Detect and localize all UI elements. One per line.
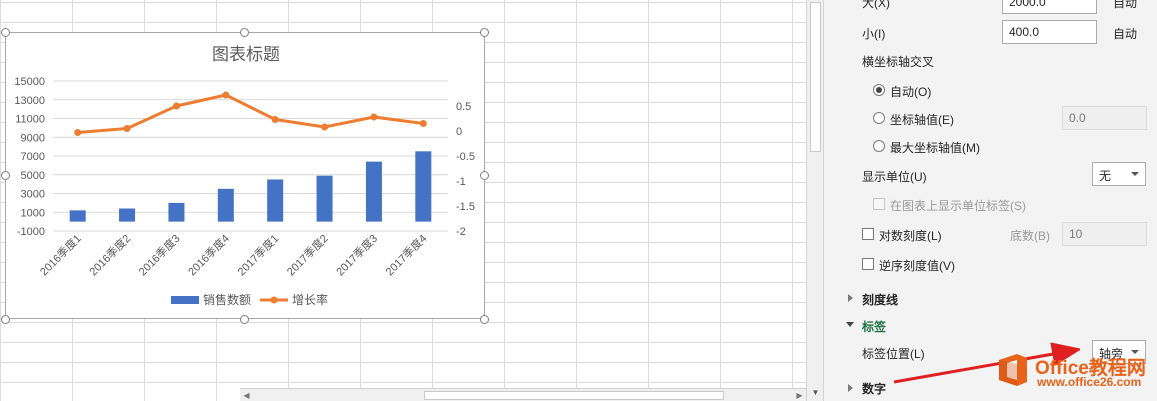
horizontal-scroll-thumb[interactable] — [424, 391, 724, 400]
bar — [415, 151, 432, 222]
category-label: 2016季度2 — [86, 231, 133, 278]
radio-axis-value-label[interactable]: 坐标轴值(E) — [890, 111, 954, 128]
left-tick-label: 3000 — [21, 189, 45, 201]
axis-value-input[interactable]: 0.0 — [1062, 106, 1147, 130]
legend-line-marker — [270, 296, 278, 304]
left-tick-label: 15000 — [14, 76, 45, 88]
vertical-scroll-thumb[interactable] — [810, 2, 821, 152]
log-scale-checkbox[interactable] — [862, 228, 874, 240]
resize-handle-top-right[interactable] — [480, 28, 489, 37]
resize-handle-bottom-left[interactable] — [1, 315, 10, 324]
scroll-left-icon[interactable]: ◀ — [240, 389, 253, 401]
bar — [217, 188, 234, 222]
display-units-label: 显示单位(U) — [862, 170, 927, 184]
right-tick-label: 0 — [456, 126, 462, 138]
max-bound-input[interactable]: 2000.0 — [1002, 0, 1097, 14]
collapse-down-icon[interactable] — [846, 322, 854, 327]
category-label: 2017季度2 — [284, 231, 331, 278]
expand-right-icon[interactable] — [848, 294, 853, 302]
scroll-right-icon[interactable]: ▶ — [793, 389, 806, 401]
line-point — [74, 129, 82, 136]
right-tick-label: 0.5 — [456, 101, 471, 113]
right-tick-label: -1.5 — [456, 201, 475, 213]
bar — [267, 179, 284, 222]
right-tick-label: -2 — [456, 226, 466, 238]
radio-auto-label[interactable]: 自动(O) — [890, 83, 931, 100]
resize-handle-bottom-right[interactable] — [480, 315, 489, 324]
bar — [69, 210, 86, 222]
left-tick-label: 13000 — [14, 95, 45, 107]
line-point — [321, 123, 329, 131]
display-units-select[interactable]: 无 — [1092, 162, 1146, 186]
radio-max-value-label[interactable]: 最大坐标轴值(M) — [890, 139, 980, 156]
category-label: 2017季度4 — [382, 231, 429, 278]
bar — [316, 175, 333, 222]
line-point — [419, 120, 427, 127]
left-tick-label: 5000 — [21, 170, 45, 182]
section-labels[interactable]: 标签 — [862, 318, 886, 335]
right-tick-label: -0.5 — [456, 151, 475, 163]
category-label: 2017季度1 — [234, 231, 281, 278]
category-label: 2017季度3 — [333, 231, 380, 278]
right-tick-label: -1 — [456, 176, 466, 188]
min-bound-label: 小(I) — [862, 27, 886, 41]
legend-bar-swatch — [171, 296, 199, 304]
resize-handle-left[interactable] — [1, 171, 10, 180]
office26-watermark: Office教程网 www.office26.com — [995, 351, 1157, 393]
resize-handle-right[interactable] — [480, 171, 489, 180]
line-point — [271, 116, 279, 123]
min-bound-input[interactable]: 400.0 — [1002, 20, 1097, 44]
show-units-checkbox[interactable] — [873, 198, 885, 210]
line-point — [123, 125, 131, 132]
base-input[interactable]: 10 — [1062, 222, 1147, 246]
category-label: 2016季度3 — [135, 231, 182, 278]
resize-handle-top-left[interactable] — [1, 28, 10, 37]
max-bound-label: 大(X) — [862, 0, 890, 10]
display-units-value: 无 — [1099, 169, 1112, 183]
line-point — [370, 113, 378, 121]
chevron-down-icon — [1131, 172, 1139, 176]
line-point — [222, 91, 230, 99]
office-logo-icon — [999, 354, 1027, 386]
category-label: 2016季度1 — [37, 231, 84, 278]
left-tick-label: 1000 — [21, 207, 45, 219]
vertical-scrollbar[interactable]: ▼ — [806, 0, 823, 401]
min-auto-button[interactable]: 自动 — [1113, 25, 1137, 42]
left-tick-label: 11000 — [15, 114, 45, 126]
chart-title: 图表标题 — [212, 45, 280, 64]
section-tick-marks[interactable]: 刻度线 — [862, 291, 898, 308]
resize-handle-bottom[interactable] — [240, 315, 249, 324]
bar — [168, 202, 185, 222]
category-label: 2016季度4 — [185, 231, 232, 278]
max-auto-button[interactable]: 自动 — [1113, 0, 1137, 11]
left-tick-label: 9000 — [21, 132, 45, 144]
radio-auto[interactable] — [873, 84, 885, 96]
watermark-url: www.office26.com — [1037, 375, 1142, 389]
chart-plot: 图表标题 15000 13000 11000 9000 7000 5000 3000 1000 -… — [14, 45, 475, 307]
bar — [119, 208, 136, 222]
log-scale-label[interactable]: 对数刻度(L) — [879, 227, 942, 244]
legend-line-label: 增长率 — [292, 292, 328, 307]
combo-chart[interactable]: 图表标题 15000 13000 11000 9000 7000 5000 3000 1000 -… — [5, 32, 485, 319]
radio-max-value[interactable] — [873, 140, 885, 152]
show-units-label: 在图表上显示单位标签(S) — [890, 199, 1026, 213]
expand-right-icon[interactable] — [848, 384, 853, 392]
radio-axis-value[interactable] — [873, 112, 885, 124]
resize-handle-top[interactable] — [240, 28, 249, 37]
bar — [365, 161, 382, 222]
line-point — [172, 102, 180, 110]
reverse-order-checkbox[interactable] — [862, 258, 874, 270]
horizontal-scrollbar[interactable]: ◀ ▶ — [240, 388, 806, 401]
base-label: 底数(B) — [1010, 229, 1050, 243]
reverse-order-label[interactable]: 逆序刻度值(V) — [879, 257, 955, 274]
left-tick-label: 7000 — [21, 151, 45, 163]
cross-heading: 横坐标轴交叉 — [862, 55, 935, 69]
legend-bar-label: 销售数额 — [203, 292, 251, 307]
left-tick-label: -1000 — [17, 226, 45, 238]
scroll-down-icon[interactable]: ▼ — [807, 385, 824, 399]
